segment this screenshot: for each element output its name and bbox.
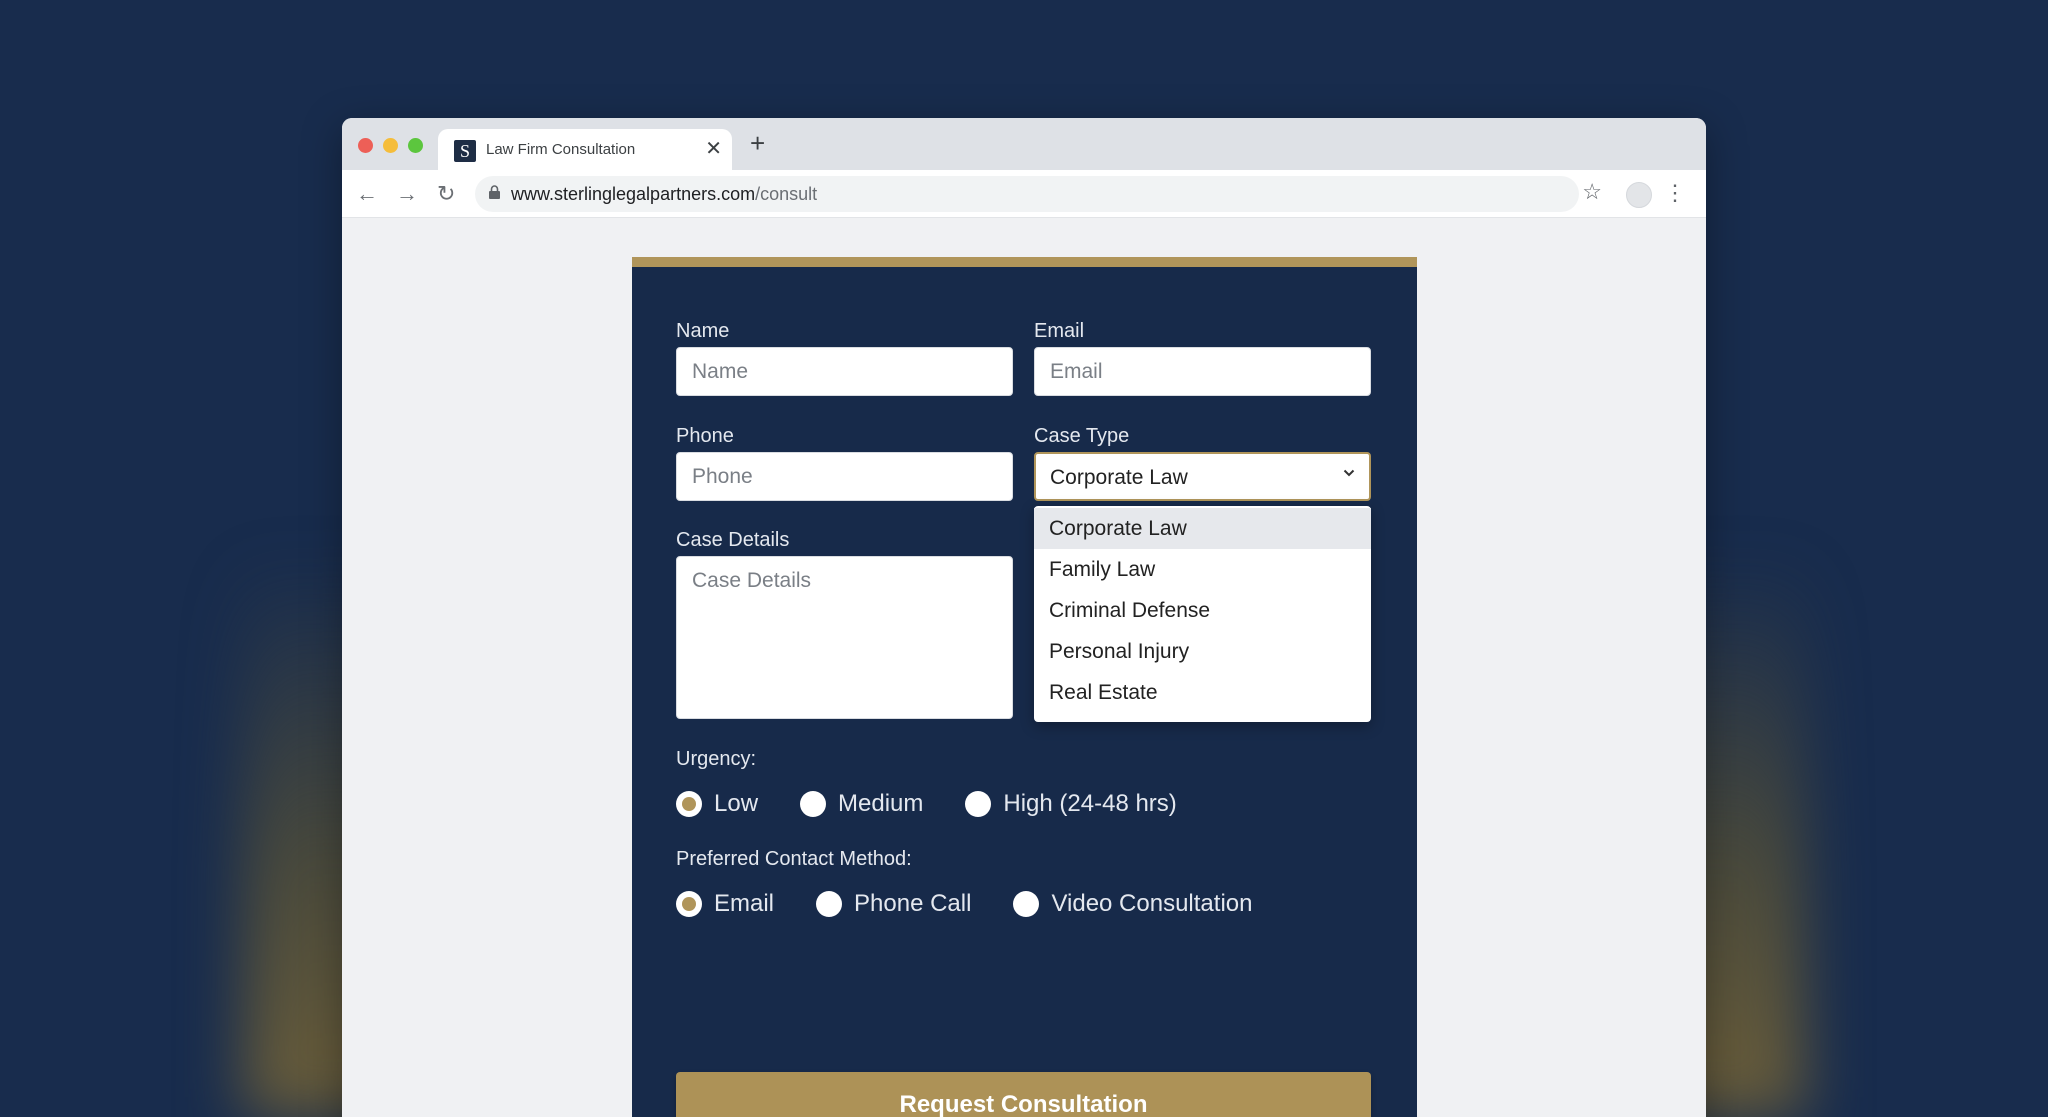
contact-video-label: Video Consultation — [1051, 890, 1253, 917]
url-path: /consult — [755, 184, 818, 204]
radio-phone-call[interactable] — [816, 891, 843, 917]
urgency-option-high[interactable]: High (24-48 hrs) — [965, 790, 1177, 818]
browser-window: S Law Firm Consultation ✕ + ← → ↻ www.st… — [342, 118, 1706, 1117]
radio-medium[interactable] — [800, 791, 827, 817]
url-text: www.sterlinglegalpartners.com/consult — [511, 184, 817, 204]
case-type-value: Corporate Law — [1050, 466, 1188, 489]
lock-icon — [489, 185, 500, 202]
case-details-label: Case Details — [676, 529, 790, 551]
email-input[interactable] — [1034, 347, 1371, 396]
profile-avatar[interactable] — [1626, 182, 1652, 208]
urgency-label: Urgency: — [676, 748, 757, 770]
urgency-radio-group: Low Medium High (24-48 hrs) — [676, 789, 1219, 819]
favicon-icon: S — [454, 140, 476, 162]
phone-label: Phone — [676, 425, 734, 447]
browser-toolbar: ← → ↻ www.sterlinglegalpartners.com/cons… — [342, 170, 1706, 218]
urgency-high-label: High (24-48 hrs) — [1003, 790, 1177, 817]
forward-arrow-icon[interactable]: → — [396, 182, 418, 206]
case-type-label: Case Type — [1034, 425, 1130, 447]
address-bar[interactable]: www.sterlinglegalpartners.com/consult — [475, 176, 1579, 212]
minimize-window-button[interactable] — [383, 138, 398, 153]
reload-icon[interactable]: ↻ — [437, 182, 455, 206]
case-type-select[interactable]: Corporate Law — [1034, 452, 1371, 501]
name-input[interactable] — [676, 347, 1013, 396]
dropdown-option-criminal-defense[interactable]: Criminal Defense — [1034, 590, 1371, 631]
new-tab-icon[interactable]: + — [750, 130, 765, 156]
radio-email[interactable] — [676, 891, 702, 917]
radio-high[interactable] — [965, 791, 992, 817]
tab-title: Law Firm Consultation — [486, 141, 636, 158]
maximize-window-button[interactable] — [408, 138, 423, 153]
urgency-option-medium[interactable]: Medium — [800, 790, 923, 818]
bookmark-star-icon[interactable]: ☆ — [1582, 180, 1602, 204]
urgency-medium-label: Medium — [838, 790, 924, 817]
urgency-option-low[interactable]: Low — [676, 790, 758, 818]
contact-option-video[interactable]: Video Consultation — [1013, 890, 1252, 918]
dropdown-option-personal-injury[interactable]: Personal Injury — [1034, 631, 1371, 672]
dropdown-option-real-estate[interactable]: Real Estate — [1034, 672, 1371, 713]
radio-video-consultation[interactable] — [1013, 891, 1040, 917]
email-label: Email — [1034, 320, 1085, 342]
browser-tab[interactable]: S Law Firm Consultation ✕ — [438, 129, 732, 170]
close-window-button[interactable] — [358, 138, 373, 153]
request-consultation-button[interactable]: Request Consultation — [676, 1072, 1371, 1117]
contact-email-label: Email — [714, 890, 775, 917]
contact-method-label: Preferred Contact Method: — [676, 848, 912, 870]
contact-option-email[interactable]: Email — [676, 890, 774, 918]
dropdown-option-corporate-law[interactable]: Corporate Law — [1034, 508, 1371, 549]
contact-phone-call-label: Phone Call — [854, 890, 972, 917]
chevron-down-icon — [1343, 469, 1355, 477]
close-tab-icon[interactable]: ✕ — [705, 139, 722, 159]
consultation-form: Name Email Phone Case Type Corporate Law… — [632, 257, 1417, 1117]
phone-input[interactable] — [676, 452, 1013, 501]
contact-method-radio-group: Email Phone Call Video Consultation — [676, 889, 1294, 919]
tab-bar: S Law Firm Consultation ✕ + — [342, 118, 1706, 170]
contact-option-phone-call[interactable]: Phone Call — [816, 890, 971, 918]
browser-menu-icon[interactable]: ⋮ — [1664, 181, 1686, 205]
case-type-dropdown: Corporate Law Family Law Criminal Defens… — [1034, 506, 1371, 722]
case-details-textarea[interactable] — [676, 556, 1013, 719]
urgency-low-label: Low — [714, 790, 759, 817]
back-arrow-icon[interactable]: ← — [356, 182, 378, 206]
name-label: Name — [676, 320, 730, 342]
dropdown-option-family-law[interactable]: Family Law — [1034, 549, 1371, 590]
radio-low[interactable] — [676, 791, 702, 817]
url-domain: www.sterlinglegalpartners.com — [511, 184, 756, 204]
